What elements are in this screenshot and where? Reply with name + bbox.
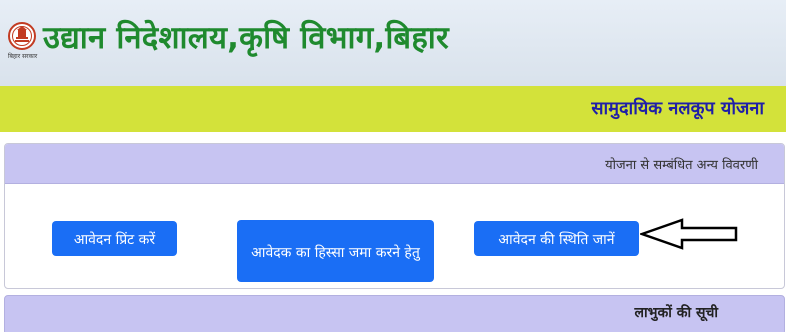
left-arrow-icon: [640, 218, 738, 250]
scheme-bar: सामुदायिक नलकूप योजना: [0, 86, 786, 132]
page: बिहार सरकार उद्यान निदेशालय,कृषि विभाग,ब…: [0, 0, 786, 332]
deposit-share-button[interactable]: आवेदक का हिस्सा जमा करने हेतु: [237, 220, 434, 282]
beneficiary-list-heading: लाभुकों की सूची: [634, 305, 718, 321]
application-status-button[interactable]: आवेदन की स्थिति जानें: [474, 221, 639, 256]
scheme-title: सामुदायिक नलकूप योजना: [591, 98, 764, 119]
beneficiary-list-panel[interactable]: लाभुकों की सूची: [4, 295, 785, 332]
panel-heading-text: योजना से सम्बंधित अन्य विवरणी: [605, 158, 758, 173]
print-application-button[interactable]: आवेदन प्रिंट करें: [52, 221, 177, 256]
logo-caption: बिहार सरकार: [8, 53, 38, 60]
panel-heading: योजना से सम्बंधित अन्य विवरणी: [5, 144, 784, 184]
scheme-details-panel: योजना से सम्बंधित अन्य विवरणी आवेदन प्रि…: [4, 143, 785, 289]
site-header: बिहार सरकार उद्यान निदेशालय,कृषि विभाग,ब…: [0, 0, 786, 86]
site-title: उद्यान निदेशालय,कृषि विभाग,बिहार: [43, 20, 449, 56]
